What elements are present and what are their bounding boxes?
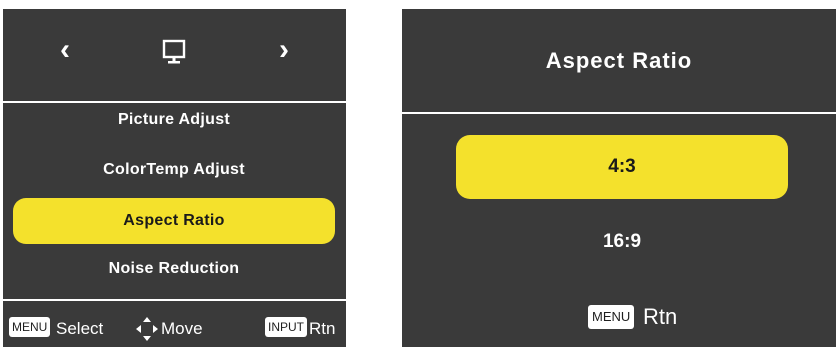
- select-hint-label: Select: [56, 319, 104, 338]
- submenu-title: Aspect Ratio: [545, 47, 693, 73]
- main-menu-panel: ‹ › Picture Adjust ColorTemp Adjust Aspe…: [3, 9, 346, 347]
- menu-item-noise-reduction[interactable]: Noise Reduction: [13, 246, 335, 292]
- menu-key-badge: MENU: [588, 305, 635, 329]
- input-key-badge: INPUT: [265, 317, 307, 337]
- option-16-9[interactable]: 16:9: [456, 210, 788, 274]
- four-way-arrow-icon: [136, 317, 158, 341]
- previous-page-arrow[interactable]: ‹: [60, 35, 70, 65]
- monitor-icon: [162, 39, 186, 64]
- menu-footer: MENU Select Move INPUT Rtn: [3, 301, 346, 347]
- return-hint-label: Rtn: [309, 319, 336, 338]
- menu-item-aspect-ratio[interactable]: Aspect Ratio: [13, 198, 335, 244]
- menu-item-picture-adjust[interactable]: Picture Adjust: [13, 97, 335, 143]
- move-hint-label: Move: [161, 319, 203, 338]
- option-4-3[interactable]: 4:3: [456, 135, 788, 199]
- menu-item-colortemp-adjust[interactable]: ColorTemp Adjust: [13, 147, 335, 193]
- title-divider: [402, 112, 836, 114]
- menu-header: ‹ ›: [3, 9, 346, 101]
- next-page-arrow[interactable]: ›: [279, 35, 289, 65]
- menu-key-badge: MENU: [9, 317, 51, 337]
- return-hint-label: Rtn: [643, 304, 678, 329]
- aspect-ratio-submenu-panel: Aspect Ratio 4:3 16:9 MENU Rtn: [402, 9, 836, 347]
